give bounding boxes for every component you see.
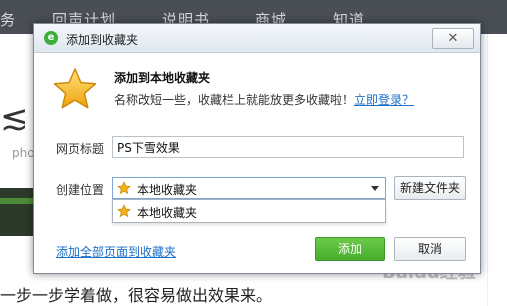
- close-button[interactable]: ✕: [432, 28, 474, 49]
- location-selected-value: 本地收藏夹: [137, 183, 198, 197]
- location-option[interactable]: 本地收藏夹: [137, 204, 197, 221]
- add-all-pages-link[interactable]: 添加全部页面到收藏夹: [56, 243, 176, 260]
- new-folder-button[interactable]: 新建文件夹: [394, 176, 466, 200]
- background-meta-text: pho: [12, 146, 35, 160]
- hint-text: 名称改短一些，收藏栏上就能放更多收藏啦！: [114, 93, 355, 107]
- add-favorite-dialog: e 添加到收藏夹 ✕ 添加到本地收藏夹 名称改短一些，收藏栏上就能放更多收藏啦！…: [33, 23, 481, 274]
- star-icon: [117, 204, 131, 218]
- chevron-down-icon[interactable]: [371, 186, 379, 191]
- background-article-text: 一步一步学着做，很容易做出效果来。: [0, 286, 273, 305]
- add-button[interactable]: 添加: [315, 237, 385, 261]
- background-nav-item[interactable]: 务: [0, 9, 16, 30]
- dialog-heading: 添加到本地收藏夹: [114, 71, 211, 85]
- background-thumbnail: [0, 188, 34, 236]
- star-icon: [53, 68, 97, 109]
- background-divider: [487, 34, 488, 306]
- dialog-titlebar[interactable]: e 添加到收藏夹 ✕: [34, 24, 480, 53]
- page-title-input[interactable]: [112, 136, 464, 158]
- close-icon: ✕: [447, 31, 459, 46]
- dialog-subtext: 名称改短一些，收藏栏上就能放更多收藏啦！立即登录？: [114, 91, 414, 108]
- login-link[interactable]: 立即登录？: [354, 93, 414, 107]
- location-dropdown-list: 本地收藏夹: [112, 199, 386, 223]
- page-title-label: 网页标题: [56, 142, 105, 156]
- browser-logo-icon: e: [44, 31, 58, 45]
- dialog-title: 添加到收藏夹: [66, 33, 139, 47]
- star-icon: [117, 181, 131, 195]
- cancel-button[interactable]: 取消: [394, 237, 466, 261]
- location-label: 创建位置: [56, 183, 105, 197]
- location-select[interactable]: 本地收藏夹: [112, 177, 386, 199]
